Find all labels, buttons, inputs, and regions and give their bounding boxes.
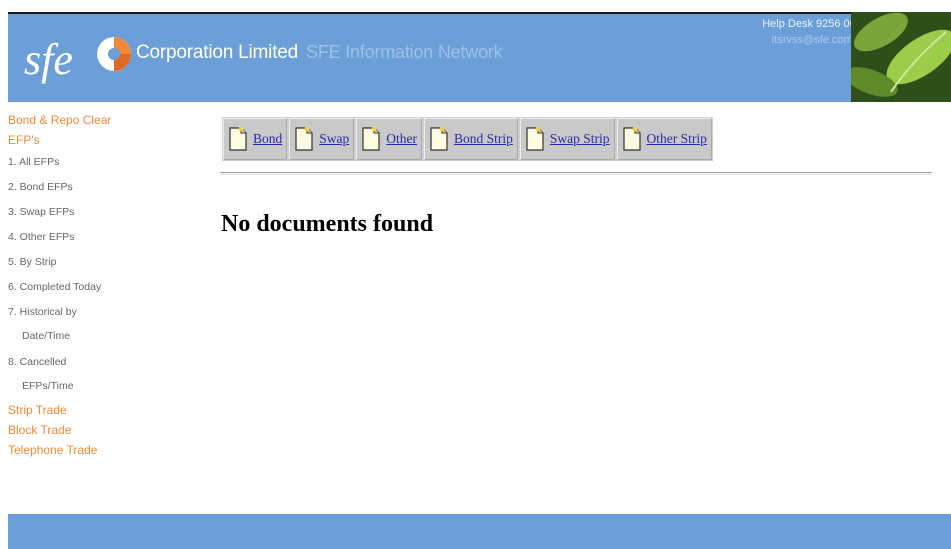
help-desk-email[interactable]: itsrvss@sfe.com.au	[678, 34, 868, 46]
tab-bond-strip-link[interactable]: Bond Strip	[454, 131, 513, 147]
tab-other-link[interactable]: Other	[386, 131, 417, 147]
site-header: sfe Corporation Limited SFE Information N…	[8, 12, 951, 102]
tab-other[interactable]: Other	[356, 118, 423, 160]
corporation-name: Corporation Limited	[136, 42, 299, 63]
tab-swap[interactable]: Swap	[289, 118, 355, 160]
sidebar-item-cancelled[interactable]: 8. Cancelled EFPs/Time	[8, 350, 208, 400]
cancelled-line2: EFPs/Time	[22, 380, 74, 392]
sfe-logo: sfe	[24, 35, 131, 84]
sidebar-item-bond-efps[interactable]: 2. Bond EFPs	[8, 175, 208, 200]
sidebar-item-swap-efps[interactable]: 3. Swap EFPs	[8, 200, 208, 225]
tab-bond[interactable]: Bond	[223, 118, 288, 160]
corp-title: Corporation Limited SFE Information Netwo…	[136, 42, 503, 64]
empty-results-message: No documents found	[221, 211, 434, 237]
header-rule	[8, 12, 951, 14]
sidebar-item-efps[interactable]: EFP's	[8, 130, 208, 150]
sidebar-item-historical[interactable]: 7. Historical by Date/Time	[8, 300, 208, 350]
historical-line1: 7. Historical by	[8, 306, 77, 318]
leaf-image	[851, 12, 951, 102]
tab-swap-strip[interactable]: Swap Strip	[519, 118, 615, 160]
sidebar-item-other-efps[interactable]: 4. Other EFPs	[8, 225, 208, 250]
document-icon	[362, 127, 380, 151]
tab-bond-strip[interactable]: Bond Strip	[424, 118, 518, 160]
tab-bond-link[interactable]: Bond	[253, 131, 282, 147]
help-desk: Help Desk 9256 0677 itsrvss@sfe.com.au	[678, 18, 868, 46]
sidebar-item-block-trade[interactable]: Block Trade	[8, 420, 208, 440]
tab-swap-strip-link[interactable]: Swap Strip	[550, 131, 610, 147]
tab-other-strip[interactable]: Other Strip	[616, 118, 712, 160]
network-title: SFE Information Network	[306, 42, 503, 62]
sidebar-item-bond-repo-clear[interactable]: Bond & Repo Clear	[8, 110, 208, 130]
sidebar-nav: Bond & Repo Clear EFP's 1. All EFPs 2. B…	[8, 110, 208, 460]
document-icon	[430, 127, 448, 151]
document-icon	[295, 127, 313, 151]
cancelled-line1: 8. Cancelled	[8, 356, 67, 368]
sidebar-item-telephone-trade[interactable]: Telephone Trade	[8, 440, 208, 460]
svg-text:sfe: sfe	[24, 35, 73, 84]
divider	[220, 172, 932, 173]
document-icon	[622, 127, 641, 151]
document-icon	[526, 127, 544, 151]
sidebar-item-by-strip[interactable]: 5. By Strip	[8, 250, 208, 275]
sidebar-item-strip-trade[interactable]: Strip Trade	[8, 400, 208, 420]
historical-line2: Date/Time	[22, 330, 71, 342]
tab-swap-link[interactable]: Swap	[319, 131, 349, 147]
site-footer	[8, 514, 951, 549]
tab-other-strip-link[interactable]: Other Strip	[647, 131, 707, 147]
view-tabs: Bond Swap Other Bond Strip Swap Strip Ot…	[222, 117, 713, 161]
document-icon	[229, 127, 247, 151]
sidebar-item-all-efps[interactable]: 1. All EFPs	[8, 150, 208, 175]
divider-shadow	[220, 174, 932, 175]
sidebar-item-completed-today[interactable]: 6. Completed Today	[8, 275, 208, 300]
top-strip	[0, 0, 951, 12]
